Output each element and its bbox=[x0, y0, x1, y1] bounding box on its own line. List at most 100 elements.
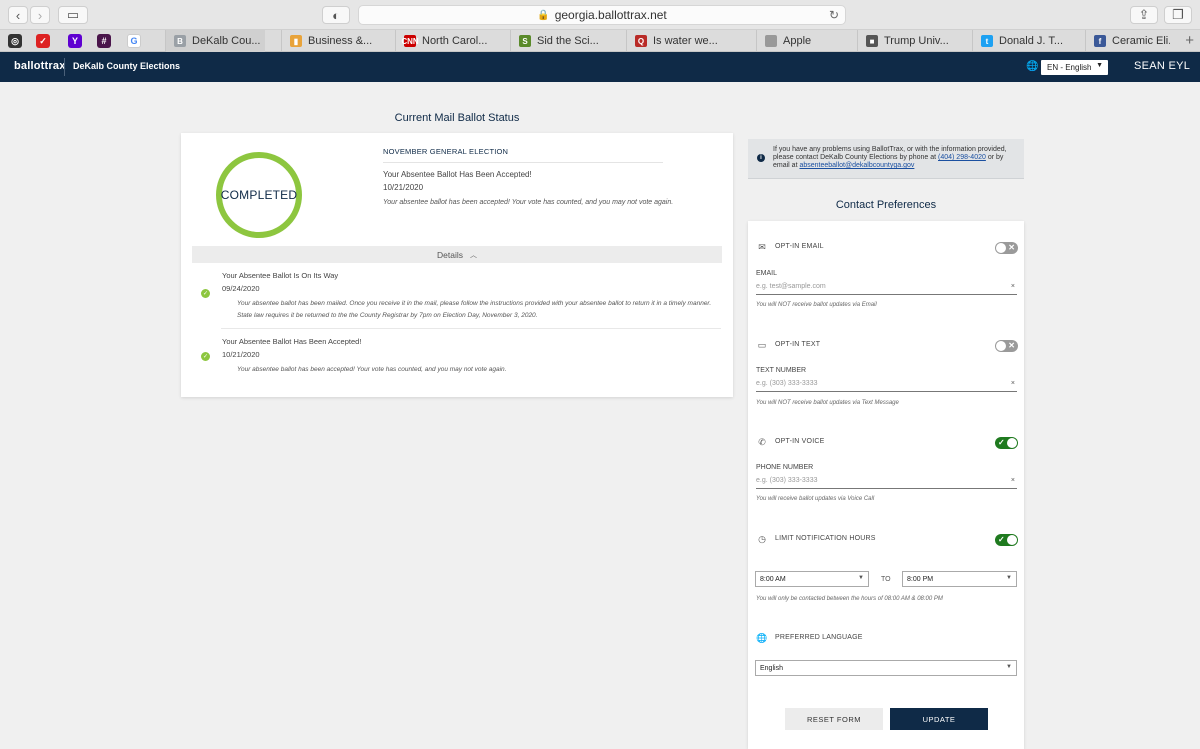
google-icon[interactable]: G bbox=[127, 34, 141, 48]
toggle-knob bbox=[996, 341, 1006, 351]
x-icon: ✕ bbox=[1008, 341, 1015, 350]
limit-hours-row: ◷ LIMIT NOTIFICATION HOURS ✓ bbox=[756, 533, 1018, 547]
tab-favicon-icon: Q bbox=[635, 35, 647, 47]
slack-icon[interactable]: # bbox=[97, 34, 111, 48]
history-headline: Your Absentee Ballot Is On Its Way bbox=[222, 271, 339, 280]
tabs-overview-button[interactable]: ❐ bbox=[1164, 6, 1192, 24]
app-header: ballottrax DeKalb County Elections 🌐 EN … bbox=[0, 52, 1200, 82]
browser-tab[interactable]: ■ Trump Univ... bbox=[857, 30, 956, 52]
browser-tab[interactable]: B DeKalb Cou... bbox=[165, 30, 265, 52]
email-placeholder: e.g. test@sample.com bbox=[756, 283, 826, 290]
tab-favicon-icon: B bbox=[174, 35, 186, 47]
new-tab-icon[interactable]: + bbox=[1185, 32, 1194, 49]
phone-number-placeholder: e.g. (303) 333-3333 bbox=[756, 477, 818, 484]
tab-favicon-icon bbox=[765, 35, 777, 47]
email-link[interactable]: absenteeballot@dekalbcountyga.gov bbox=[799, 162, 914, 169]
user-menu[interactable]: SEAN EYL bbox=[1134, 60, 1190, 72]
chevron-down-icon: ▼ bbox=[858, 575, 864, 581]
browser-toolbar: ‹ › ▭ ◐ 🔒 georgia.ballottrax.net ↻ ⇪ ❐ bbox=[0, 0, 1200, 30]
text-hint: You will NOT receive ballot updates via … bbox=[756, 400, 899, 406]
x-icon: ✕ bbox=[1008, 243, 1015, 252]
hours-from-value: 8:00 AM bbox=[760, 575, 786, 583]
details-toggle[interactable]: Details ︿ bbox=[192, 246, 722, 263]
toggle-knob bbox=[1007, 535, 1017, 545]
tab-label: Sid the Sci... bbox=[537, 35, 599, 47]
share-icon: ⇪ bbox=[1138, 7, 1150, 22]
preferred-language-row: 🌐 PREFERRED LANGUAGE bbox=[756, 632, 1018, 646]
share-button[interactable]: ⇪ bbox=[1130, 6, 1158, 24]
check-circle-icon: ✓ bbox=[201, 352, 210, 361]
phone-number-field[interactable]: e.g. (303) 333-3333 × bbox=[756, 477, 1017, 489]
election-divider bbox=[383, 162, 663, 163]
browser-tab[interactable]: Q Is water we... bbox=[626, 30, 738, 52]
tab-label: Ceramic Eli... bbox=[1112, 35, 1170, 47]
chevron-down-icon: ▼ bbox=[1006, 664, 1012, 670]
details-label: Details bbox=[437, 249, 463, 260]
email-field[interactable]: e.g. test@sample.com × bbox=[756, 283, 1017, 295]
browser-tab[interactable]: S Sid the Sci... bbox=[510, 30, 612, 52]
reload-icon[interactable]: ↻ bbox=[829, 8, 839, 22]
reset-form-button[interactable]: RESET FORM bbox=[785, 708, 883, 730]
clear-icon[interactable]: × bbox=[1011, 477, 1015, 484]
history-item: ✓ Your Absentee Ballot Has Been Accepted… bbox=[201, 337, 721, 377]
chat-icon: ▭ bbox=[757, 340, 767, 350]
contact-preferences-title: Contact Preferences bbox=[835, 199, 937, 211]
lock-icon: 🔒 bbox=[537, 9, 550, 21]
tripadvisor-icon[interactable]: ◎ bbox=[8, 34, 22, 48]
privacy-report-button[interactable]: ◐ bbox=[322, 6, 350, 24]
browser-tab[interactable]: Apple bbox=[756, 30, 841, 52]
status-message: Your absentee ballot has been accepted! … bbox=[383, 199, 674, 206]
hours-hint: You will only be contacted between the h… bbox=[756, 596, 943, 602]
tab-favicon-icon: CNN bbox=[401, 35, 419, 47]
history-divider bbox=[221, 328, 721, 329]
history-item: ✓ Your Absentee Ballot Is On Its Way 09/… bbox=[201, 271, 721, 321]
yahoo-icon[interactable]: Y bbox=[68, 34, 82, 48]
opt-in-voice-toggle[interactable]: ✓ bbox=[995, 437, 1018, 449]
toggle-knob bbox=[996, 243, 1006, 253]
status-date: 10/21/2020 bbox=[383, 183, 424, 192]
tab-label: Business &... bbox=[308, 35, 373, 47]
browser-tab[interactable]: f Ceramic Eli... bbox=[1085, 30, 1170, 52]
globe-icon: 🌐 bbox=[756, 633, 768, 643]
clear-icon[interactable]: × bbox=[1011, 380, 1015, 387]
bookmark-icon[interactable]: ✓ bbox=[36, 34, 50, 48]
tab-favicon-icon: t bbox=[981, 35, 993, 47]
phone-link[interactable]: (404) 298-4020 bbox=[938, 154, 986, 161]
tabs-icon: ❐ bbox=[1172, 7, 1184, 22]
phone-number-label: PHONE NUMBER bbox=[756, 464, 814, 471]
tab-favicon-icon: ■ bbox=[866, 35, 878, 47]
opt-in-text-toggle[interactable]: ✕ bbox=[995, 340, 1018, 352]
hours-to-select[interactable]: 8:00 PM ▼ bbox=[902, 571, 1017, 587]
status-section-title: Current Mail Ballot Status bbox=[394, 112, 520, 124]
text-number-placeholder: e.g. (303) 333-3333 bbox=[756, 380, 818, 387]
limit-hours-label: LIMIT NOTIFICATION HOURS bbox=[775, 535, 876, 542]
language-select[interactable]: EN - English ▼ bbox=[1041, 60, 1108, 75]
chevron-down-icon: ▼ bbox=[1096, 62, 1103, 69]
completed-badge-label: COMPLETED bbox=[220, 188, 298, 202]
sidebar-toggle-button[interactable]: ▭ bbox=[58, 6, 88, 24]
limit-hours-toggle[interactable]: ✓ bbox=[995, 534, 1018, 546]
text-number-field[interactable]: e.g. (303) 333-3333 × bbox=[756, 380, 1017, 392]
preferred-language-select[interactable]: English ▼ bbox=[755, 660, 1017, 676]
shield-icon: ◐ bbox=[332, 7, 340, 23]
history-headline: Your Absentee Ballot Has Been Accepted! bbox=[222, 337, 362, 346]
opt-in-email-toggle[interactable]: ✕ bbox=[995, 242, 1018, 254]
tab-label: Is water we... bbox=[653, 35, 718, 47]
check-icon: ✓ bbox=[998, 438, 1005, 447]
update-button[interactable]: UPDATE bbox=[890, 708, 988, 730]
browser-tab[interactable]: CNN North Carol... bbox=[395, 30, 499, 52]
voice-hint: You will receive ballot updates via Voic… bbox=[756, 496, 875, 502]
email-field-label: EMAIL bbox=[756, 270, 778, 277]
browser-tab[interactable]: ▮ Business &... bbox=[281, 30, 379, 52]
hours-from-select[interactable]: 8:00 AM ▼ bbox=[755, 571, 869, 587]
opt-in-voice-row: ✆ OPT-IN VOICE ✓ bbox=[756, 436, 1018, 450]
back-button[interactable]: ‹ bbox=[8, 6, 28, 24]
forward-button[interactable]: › bbox=[30, 6, 50, 24]
address-bar[interactable]: 🔒 georgia.ballottrax.net ↻ bbox=[358, 5, 846, 25]
clear-icon[interactable]: × bbox=[1011, 283, 1015, 290]
browser-tab[interactable]: t Donald J. T... bbox=[972, 30, 1069, 52]
contact-preferences-card: ✉ OPT-IN EMAIL ✕ EMAIL e.g. test@sample.… bbox=[748, 221, 1024, 749]
ballottrax-logo[interactable]: ballottrax bbox=[14, 60, 66, 72]
preferred-language-value: English bbox=[760, 664, 783, 672]
tab-favicon-icon: f bbox=[1094, 35, 1106, 47]
